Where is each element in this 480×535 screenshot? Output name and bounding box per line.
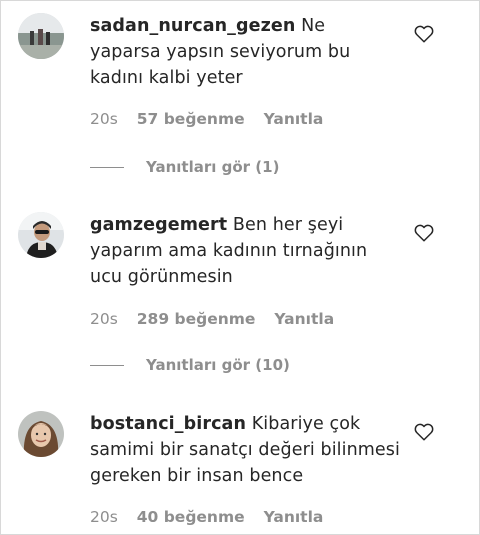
comment-likes[interactable]: 57 beğenme (137, 110, 245, 128)
comment-text-block: sadan_nurcan_gezen Ne yaparsa yapsın sev… (90, 13, 400, 91)
comment-username[interactable]: bostanci_bircan (90, 414, 246, 434)
view-replies-label: Yanıtları gör (1) (146, 158, 280, 176)
person-photo-avatar-icon (18, 411, 64, 457)
comment-meta: 20s 289 beğenme Yanıtla (90, 310, 348, 328)
avatar[interactable] (18, 13, 64, 59)
avatar[interactable] (18, 411, 64, 457)
avatar[interactable] (18, 212, 64, 258)
heart-outline-icon[interactable] (414, 423, 434, 441)
landscape-photo-avatar-icon (18, 13, 64, 59)
comment-time: 20s (90, 508, 118, 526)
reply-button[interactable]: Yanıtla (274, 310, 334, 328)
comment-meta: 20s 40 beğenme Yanıtla (90, 508, 337, 526)
comment-time: 20s (90, 310, 118, 328)
reply-button[interactable]: Yanıtla (264, 508, 324, 526)
view-replies-label: Yanıtları gör (10) (146, 356, 290, 374)
comment-text-block: gamzegemert Ben her şeyi yaparım ama kad… (90, 212, 400, 290)
comment-username[interactable]: gamzegemert (90, 215, 227, 235)
person-photo-avatar-icon (18, 212, 64, 258)
heart-outline-icon[interactable] (414, 224, 434, 242)
view-replies-button[interactable]: Yanıtları gör (1) (90, 158, 279, 176)
view-replies-button[interactable]: Yanıtları gör (10) (90, 356, 290, 374)
divider-line (90, 364, 124, 366)
heart-outline-icon[interactable] (414, 25, 434, 43)
comment-text-block: bostanci_bircan Kibariye çok samimi bir … (90, 411, 400, 489)
comment-likes[interactable]: 289 beğenme (137, 310, 256, 328)
comment-time: 20s (90, 110, 118, 128)
comment-likes[interactable]: 40 beğenme (137, 508, 245, 526)
reply-button[interactable]: Yanıtla (264, 110, 324, 128)
comment-username[interactable]: sadan_nurcan_gezen (90, 16, 295, 36)
divider-line (90, 166, 124, 168)
comment-meta: 20s 57 beğenme Yanıtla (90, 110, 337, 128)
